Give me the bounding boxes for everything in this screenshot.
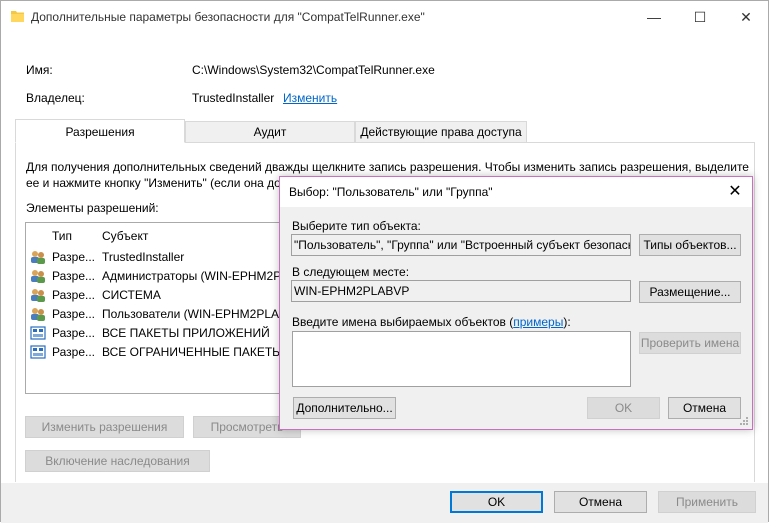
examples-link[interactable]: примеры	[513, 315, 563, 329]
ok-button[interactable]: OK	[450, 491, 543, 513]
cancel-button[interactable]: Отмена	[554, 491, 647, 513]
check-names-button[interactable]: Проверить имена	[639, 332, 741, 354]
folder-icon	[11, 11, 24, 22]
list-item[interactable]: Разре... ВСЕ ПАКЕТЫ ПРИЛОЖЕНИЙ	[26, 324, 314, 343]
object-type-field: "Пользователь", "Группа" или "Встроенный…	[291, 234, 631, 256]
entry-subject: TrustedInstaller	[102, 250, 185, 264]
entry-type: Разре...	[52, 345, 95, 359]
title-bar[interactable]: Дополнительные параметры безопасности дл…	[1, 1, 768, 33]
list-item[interactable]: Разре... ВСЕ ОГРАНИЧЕННЫЕ ПАКЕТЫ П	[26, 343, 314, 362]
entry-type: Разре...	[52, 307, 95, 321]
name-value: C:\Windows\System32\CompatTelRunner.exe	[192, 63, 435, 77]
permissions-hint-line1: Для получения дополнительных сведений дв…	[26, 160, 749, 174]
entry-subject: Пользователи (WIN-EPHM2PLAB	[102, 307, 288, 321]
list-item[interactable]: Разре... TrustedInstaller	[26, 248, 314, 267]
entry-subject: Администраторы (WIN-EPHM2PL	[102, 269, 288, 283]
users-icon	[31, 289, 45, 302]
entry-type: Разре...	[52, 250, 95, 264]
entry-type: Разре...	[52, 288, 95, 302]
users-icon	[31, 308, 45, 321]
window-title: Дополнительные параметры безопасности дл…	[31, 10, 425, 24]
minimize-button[interactable]: —	[631, 1, 677, 33]
dialog-cancel-button[interactable]: Отмена	[668, 397, 741, 419]
maximize-button[interactable]: ☐	[677, 1, 723, 33]
object-type-label: Выберите тип объекта:	[292, 219, 421, 233]
list-item[interactable]: Разре... СИСТЕМА	[26, 286, 314, 305]
location-field: WIN-EPHM2PLABVP	[291, 280, 631, 302]
owner-change-link[interactable]: Изменить	[283, 91, 337, 105]
dialog-title-bar[interactable]: Выбор: "Пользователь" или "Группа" ✕	[280, 177, 752, 207]
permission-entries-list[interactable]: Тип Субъект Разре... TrustedInstaller Ра…	[25, 222, 315, 394]
entry-type: Разре...	[52, 326, 95, 340]
name-label: Имя:	[26, 63, 53, 77]
select-users-dialog: Выбор: "Пользователь" или "Группа" ✕ Выб…	[279, 176, 753, 430]
enable-inheritance-button[interactable]: Включение наследования	[25, 450, 210, 472]
entry-subject: ВСЕ ОГРАНИЧЕННЫЕ ПАКЕТЫ П	[102, 345, 295, 359]
location-button[interactable]: Размещение...	[639, 281, 741, 303]
users-icon	[31, 251, 45, 264]
object-types-button[interactable]: Типы объектов...	[639, 234, 741, 256]
change-permissions-button[interactable]: Изменить разрешения	[25, 416, 184, 438]
object-names-label: Введите имена выбираемых объектов (приме…	[292, 315, 571, 329]
object-names-label-prefix: Введите имена выбираемых объектов (	[292, 315, 514, 329]
apply-button[interactable]: Применить	[658, 491, 756, 513]
owner-label: Владелец:	[26, 91, 85, 105]
permission-entries-label: Элементы разрешений:	[26, 201, 159, 215]
list-item[interactable]: Разре... Администраторы (WIN-EPHM2PL	[26, 267, 314, 286]
package-icon	[30, 326, 46, 340]
dialog-close-button[interactable]: ✕	[722, 179, 748, 205]
footer-bar	[1, 483, 768, 523]
resize-grip-icon[interactable]	[739, 416, 749, 426]
entry-subject: СИСТЕМА	[102, 288, 161, 302]
close-button[interactable]: ✕	[723, 1, 769, 33]
entry-type: Разре...	[52, 269, 95, 283]
tab-effective-access[interactable]: Действующие права доступа	[355, 121, 527, 143]
column-header-subject[interactable]: Субъект	[102, 229, 148, 243]
dialog-title: Выбор: "Пользователь" или "Группа"	[289, 185, 493, 199]
tab-audit[interactable]: Аудит	[185, 121, 355, 143]
dialog-ok-button[interactable]: OK	[587, 397, 660, 419]
object-names-label-suffix: ):	[563, 315, 571, 329]
tab-permissions[interactable]: Разрешения	[15, 119, 185, 143]
entry-subject: ВСЕ ПАКЕТЫ ПРИЛОЖЕНИЙ	[102, 326, 270, 340]
package-icon	[30, 345, 46, 359]
advanced-button[interactable]: Дополнительно...	[293, 397, 396, 419]
users-icon	[31, 270, 45, 283]
object-names-input[interactable]	[292, 331, 631, 387]
owner-value: TrustedInstaller	[192, 91, 275, 105]
location-label: В следующем месте:	[292, 265, 410, 279]
column-header-type[interactable]: Тип	[52, 229, 72, 243]
permissions-hint-line2: ее и нажмите кнопку "Изменить" (если она…	[26, 176, 281, 190]
list-item[interactable]: Разре... Пользователи (WIN-EPHM2PLAB	[26, 305, 314, 324]
